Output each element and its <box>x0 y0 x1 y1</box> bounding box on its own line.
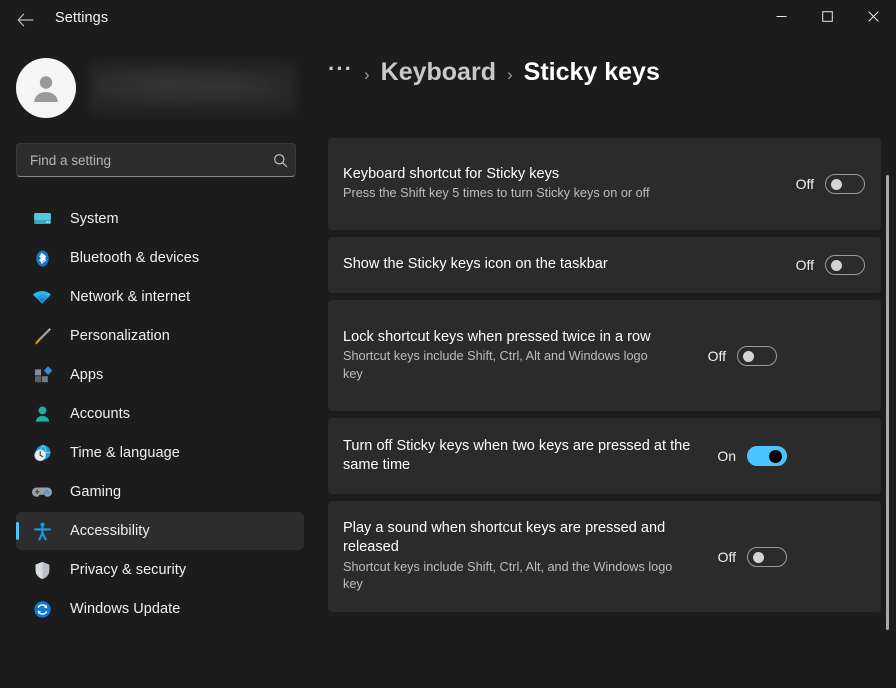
app-title: Settings <box>55 10 109 26</box>
toggle-switch[interactable] <box>747 446 787 466</box>
setting-title: Show the Sticky keys icon on the taskbar <box>343 256 608 273</box>
toggle-knob <box>769 450 782 463</box>
sidebar-item-label: Gaming <box>70 484 122 500</box>
setting-title: Lock shortcut keys when pressed twice in… <box>343 328 651 345</box>
person-icon <box>28 404 56 425</box>
minimize-button[interactable] <box>758 0 804 32</box>
sidebar-item-label: System <box>70 211 119 227</box>
toggle-switch[interactable] <box>747 546 787 567</box>
setting-description: Shortcut keys include Shift, Ctrl, Alt, … <box>343 559 673 592</box>
accessibility-icon <box>28 521 56 542</box>
sidebar-item-label: Apps <box>70 367 104 383</box>
sidebar-item-personalization[interactable]: Personalization <box>16 317 304 355</box>
sidebar: System Bluetooth & devices <box>0 40 320 688</box>
monitor-icon <box>28 209 56 230</box>
close-icon <box>867 10 879 22</box>
setting-row-keyboard-shortcut[interactable]: Keyboard shortcut for Sticky keys Press … <box>328 138 881 230</box>
toggle-state-label: Off <box>795 176 814 192</box>
clock-globe-icon <box>28 443 56 464</box>
setting-description: Shortcut keys include Shift, Ctrl, Alt a… <box>343 349 648 381</box>
sidebar-item-label: Accessibility <box>70 523 150 539</box>
sidebar-item-label: Bluetooth & devices <box>70 250 200 266</box>
paintbrush-icon <box>28 326 56 347</box>
title-bar: Settings <box>0 0 896 40</box>
sidebar-item-label: Windows Update <box>70 601 181 617</box>
toggle-state-label: On <box>717 448 736 464</box>
breadcrumb-overflow-button[interactable]: ··· <box>328 56 353 82</box>
back-button[interactable] <box>10 6 40 34</box>
breadcrumb-separator-icon: › <box>363 65 370 84</box>
sidebar-item-label: Network & internet <box>70 289 191 305</box>
bluetooth-icon <box>28 248 56 269</box>
shield-icon <box>28 560 56 581</box>
sidebar-item-privacy-security[interactable]: Privacy & security <box>16 551 304 589</box>
sidebar-item-apps[interactable]: Apps <box>16 356 304 394</box>
sidebar-item-label: Personalization <box>70 328 170 344</box>
person-avatar-icon <box>34 76 58 102</box>
setting-row-lock-shortcut-keys[interactable]: Lock shortcut keys when pressed twice in… <box>328 300 881 411</box>
toggle-knob <box>831 179 842 190</box>
account-name-redacted <box>90 62 296 114</box>
sidebar-item-accounts[interactable]: Accounts <box>16 395 304 433</box>
wifi-icon <box>28 286 56 308</box>
toggle-switch[interactable] <box>825 255 865 275</box>
back-arrow-icon <box>17 13 34 27</box>
search-icon <box>265 153 295 168</box>
sidebar-item-gaming[interactable]: Gaming <box>16 473 304 511</box>
sidebar-item-bluetooth-devices[interactable]: Bluetooth & devices <box>16 239 304 277</box>
maximize-icon <box>821 10 833 22</box>
sidebar-item-label: Privacy & security <box>70 562 187 578</box>
maximize-button[interactable] <box>804 0 850 32</box>
setting-row-show-taskbar-icon[interactable]: Show the Sticky keys icon on the taskbar… <box>328 237 881 293</box>
sidebar-item-system[interactable]: System <box>16 200 304 238</box>
vertical-scrollbar[interactable] <box>886 175 889 630</box>
toggle-state-label: Off <box>717 548 736 565</box>
close-button[interactable] <box>850 0 896 32</box>
toggle-state-label: Off <box>795 257 814 273</box>
setting-row-turn-off-two-keys[interactable]: Turn off Sticky keys when two keys are p… <box>328 418 881 494</box>
minimize-icon <box>776 15 786 17</box>
apps-icon <box>28 365 56 386</box>
search-box[interactable] <box>16 143 296 177</box>
account-profile[interactable] <box>16 58 296 118</box>
setting-row-play-sound[interactable]: Play a sound when shortcut keys are pres… <box>328 501 881 612</box>
toggle-switch[interactable] <box>737 345 777 366</box>
breadcrumb: ··· › Keyboard › Sticky keys <box>328 56 660 87</box>
sidebar-item-time-language[interactable]: Time & language <box>16 434 304 472</box>
gamepad-icon <box>28 481 56 503</box>
update-icon <box>28 599 56 620</box>
toggle-knob <box>753 551 764 563</box>
setting-title: Play a sound when shortcut keys are pres… <box>343 520 666 556</box>
sidebar-nav: System Bluetooth & devices Network & int… <box>0 199 320 629</box>
breadcrumb-separator-icon: › <box>506 65 513 84</box>
toggle-switch[interactable] <box>825 174 865 194</box>
window-controls <box>758 0 896 32</box>
setting-title: Turn off Sticky keys when two keys are p… <box>343 437 691 473</box>
sidebar-item-accessibility[interactable]: Accessibility <box>16 512 304 550</box>
main-content: ··· › Keyboard › Sticky keys Keyboard sh… <box>320 40 896 688</box>
toggle-knob <box>743 350 754 362</box>
toggle-knob <box>831 260 842 271</box>
page-title: Sticky keys <box>523 58 660 86</box>
toggle-state-label: Off <box>707 347 726 364</box>
sidebar-item-label: Time & language <box>70 445 180 461</box>
setting-title: Keyboard shortcut for Sticky keys <box>343 166 560 183</box>
breadcrumb-link-keyboard[interactable]: Keyboard <box>381 58 496 87</box>
sidebar-item-network-internet[interactable]: Network & internet <box>16 278 304 316</box>
setting-description: Press the Shift key 5 times to turn Stic… <box>343 186 650 201</box>
settings-list: Keyboard shortcut for Sticky keys Press … <box>328 138 881 619</box>
sidebar-item-label: Accounts <box>70 406 131 422</box>
selection-indicator <box>16 522 19 540</box>
sidebar-item-windows-update[interactable]: Windows Update <box>16 590 304 628</box>
avatar <box>16 58 76 118</box>
search-input[interactable] <box>17 144 265 176</box>
